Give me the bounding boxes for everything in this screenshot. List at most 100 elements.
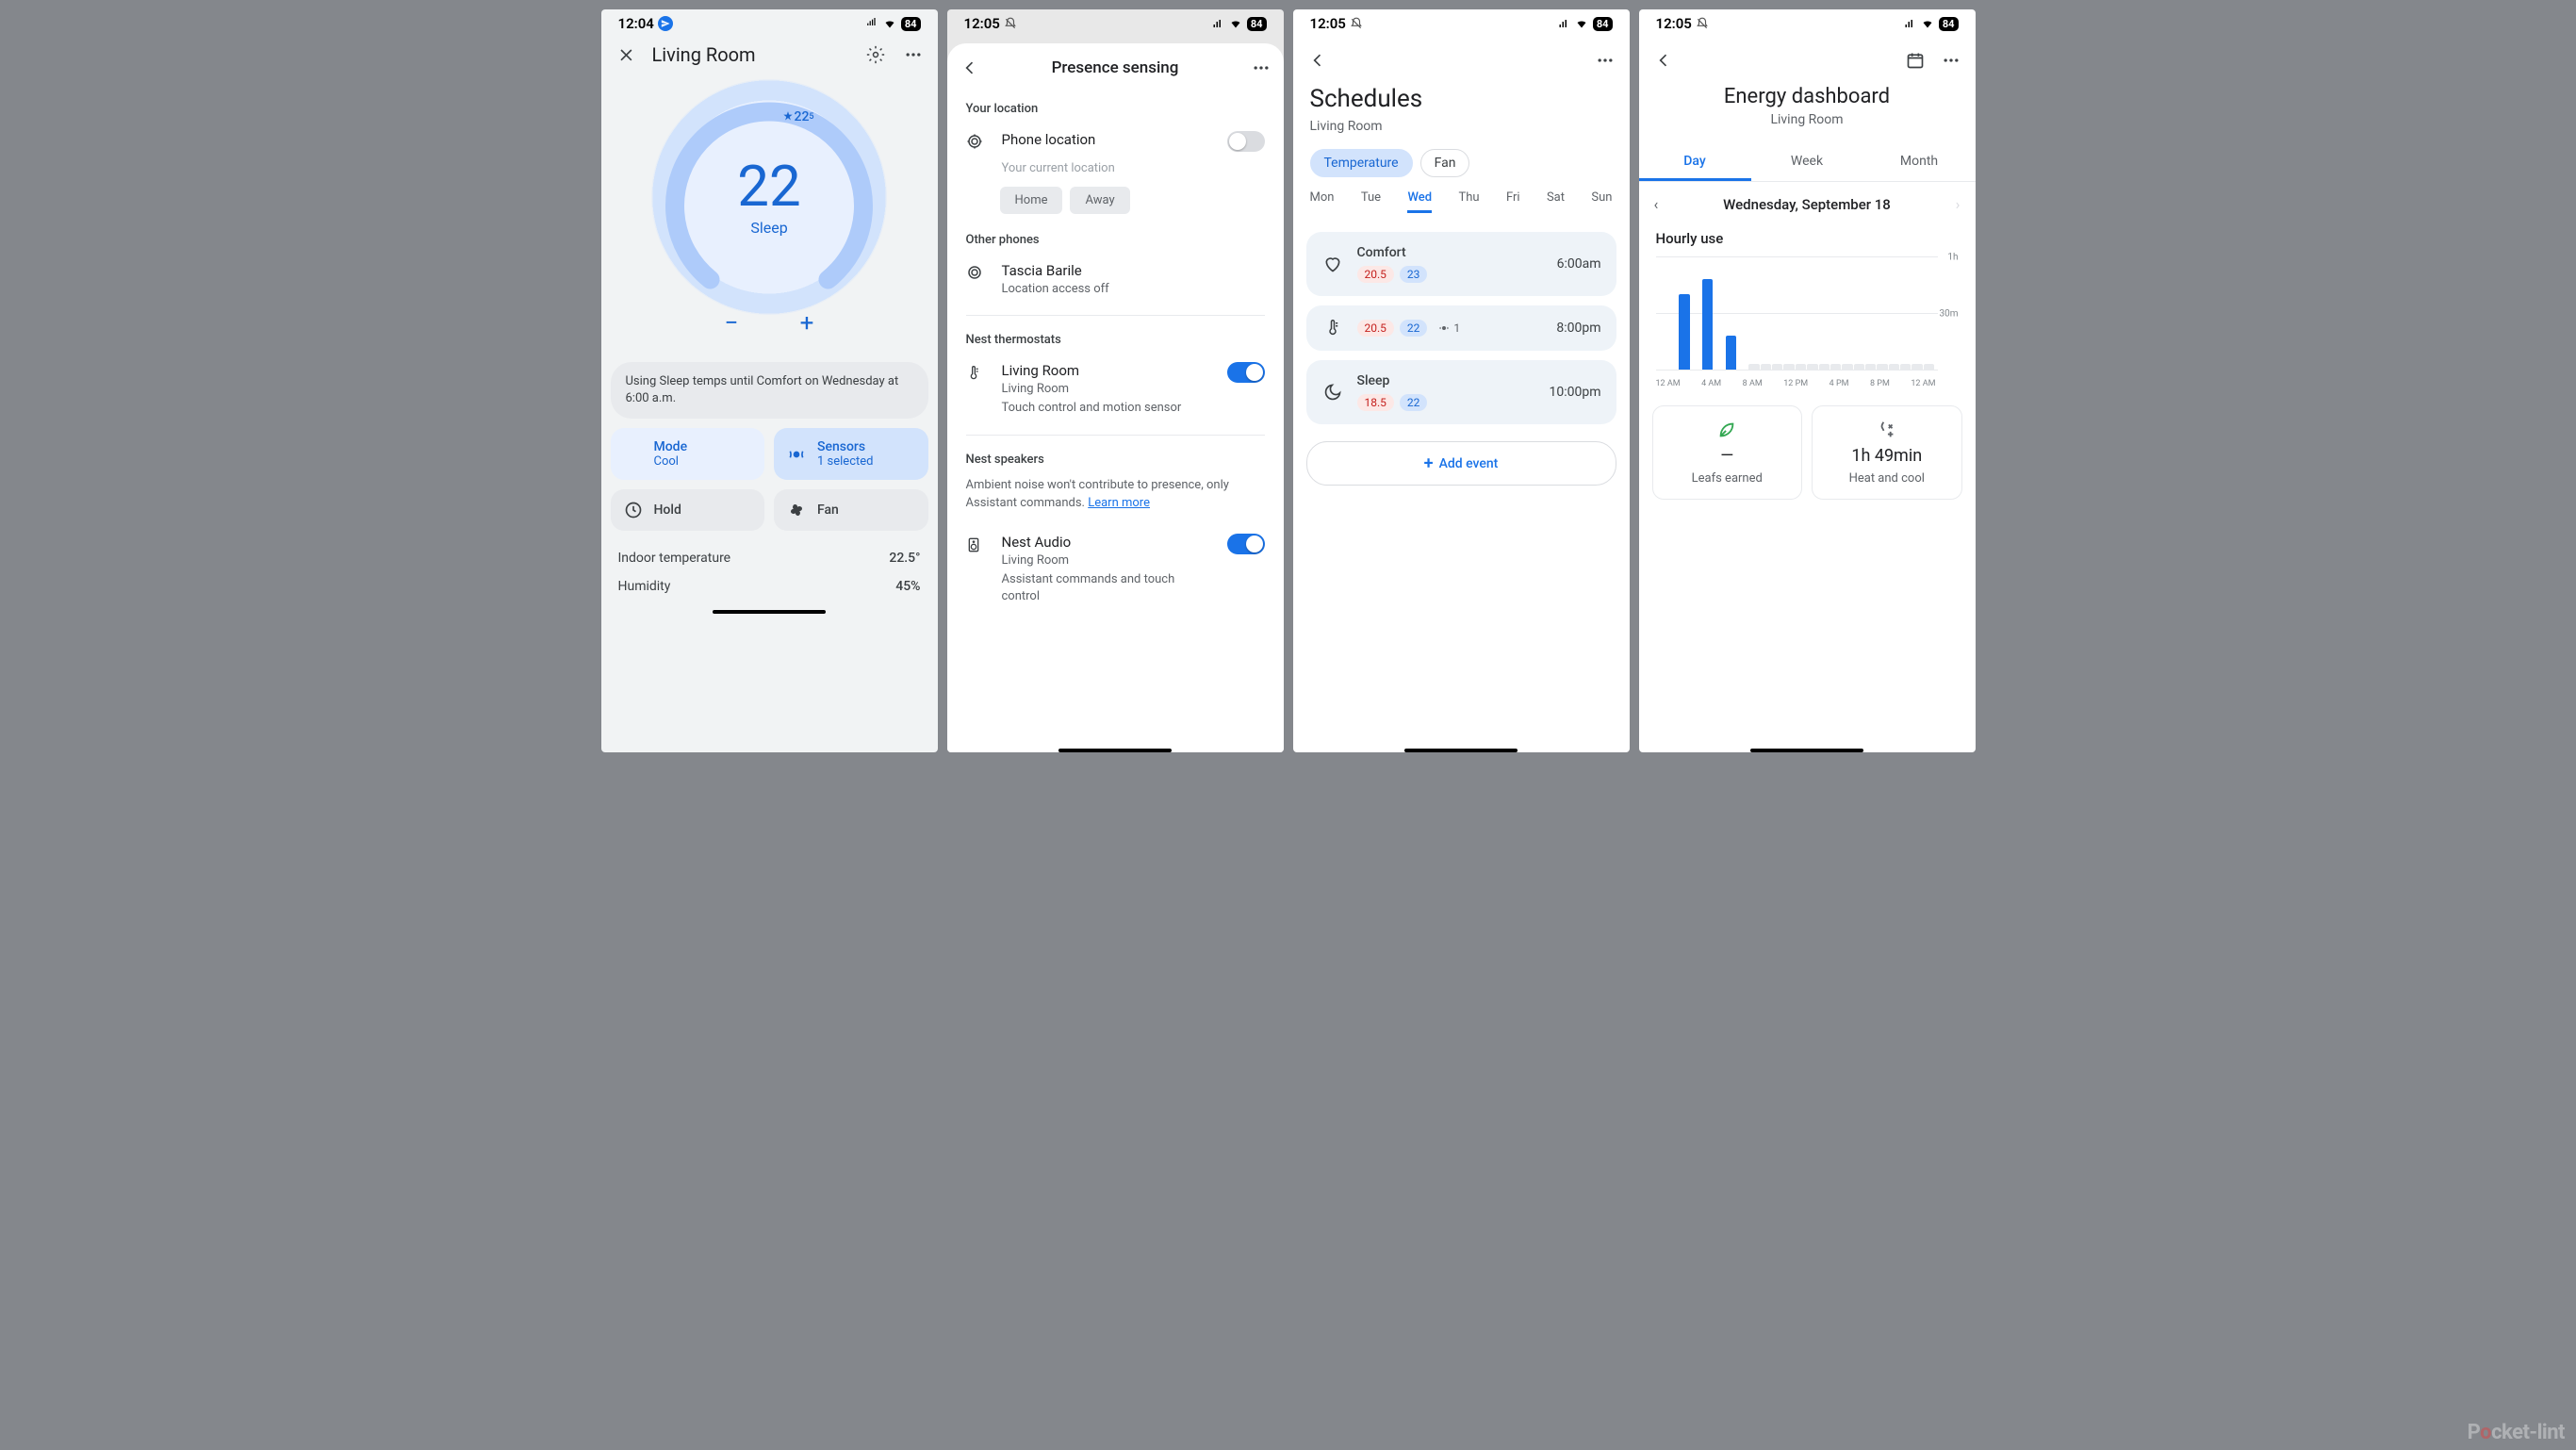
cellular-icon	[865, 18, 878, 29]
chart-bar	[1748, 364, 1759, 370]
tab-month[interactable]: Month	[1863, 144, 1976, 181]
day-tue[interactable]: Tue	[1361, 190, 1381, 213]
range-tabs: DayWeekMonth	[1639, 144, 1976, 182]
schedule-event[interactable]: Comfort 20.523 6:00am	[1306, 232, 1616, 296]
watermark: Pocket-lint	[2468, 1421, 2565, 1444]
tile-grid: ModeCool Sensors1 selected Hold Fan	[601, 428, 938, 531]
row-speaker[interactable]: Nest AudioLiving RoomAssistant commands …	[947, 524, 1284, 616]
toggle-thermostat[interactable]	[1227, 362, 1265, 383]
chart-bar	[1761, 364, 1771, 370]
chart-bar	[1679, 294, 1689, 370]
add-event-button[interactable]: +Add event	[1306, 441, 1616, 486]
calendar-icon[interactable]	[1904, 49, 1927, 72]
tile-sensors[interactable]: Sensors1 selected	[774, 428, 928, 480]
date-next[interactable]: ›	[1956, 195, 1961, 213]
card-heatcool[interactable]: 1h 49min Heat and cool	[1812, 405, 1962, 500]
back-icon[interactable]	[1652, 49, 1675, 72]
tile-mode[interactable]: ModeCool	[611, 428, 765, 480]
cellular-icon	[1211, 18, 1224, 29]
tab-week[interactable]: Week	[1751, 144, 1863, 181]
row-other-phone[interactable]: Tascia BarileLocation access off	[947, 253, 1284, 307]
schedule-event[interactable]: Sleep 18.522 10:00pm	[1306, 360, 1616, 424]
thermometer-icon	[966, 364, 981, 383]
card-leafs[interactable]: — Leafs earned	[1652, 405, 1803, 500]
moon-icon	[1321, 383, 1344, 402]
fan-icon	[787, 501, 806, 519]
home-indicator	[1404, 749, 1518, 752]
chart-bar	[1877, 364, 1887, 370]
row-phone-location[interactable]: Phone location	[947, 122, 1284, 161]
more-icon[interactable]	[902, 43, 925, 66]
day-tabs: Mon Tue Wed Thu Fri Sat Sun	[1293, 190, 1630, 222]
chip-temperature[interactable]: Temperature	[1310, 149, 1413, 177]
screen-energy: 12:05 84 Energy dashboard Living Room Da…	[1639, 9, 1976, 752]
cellular-icon	[1903, 18, 1916, 29]
silent-icon	[1696, 17, 1709, 30]
temp-down-button[interactable]: −	[715, 307, 747, 339]
battery-badge: 84	[1939, 17, 1959, 31]
date-prev[interactable]: ‹	[1654, 195, 1659, 213]
page-title: Schedules	[1310, 85, 1613, 113]
section-other-phones: Other phones	[947, 223, 1284, 253]
screen-presence: 12:05 84 Presence sensing Your location …	[947, 9, 1284, 752]
gear-icon[interactable]	[864, 43, 887, 66]
back-icon[interactable]	[1306, 49, 1329, 72]
day-mon[interactable]: Mon	[1310, 190, 1335, 213]
battery-badge: 84	[1247, 17, 1267, 31]
chart-bar	[1830, 364, 1841, 370]
speaker-icon	[966, 536, 981, 554]
tile-fan[interactable]: Fan	[774, 489, 928, 531]
sensor-icon	[787, 445, 806, 464]
chart-bar	[1796, 364, 1806, 370]
day-sun[interactable]: Sun	[1591, 190, 1612, 213]
status-time: 12:05	[1656, 15, 1692, 32]
chip-fan[interactable]: Fan	[1420, 149, 1470, 177]
home-indicator	[1058, 749, 1172, 752]
indoor-temp-value: 22.5°	[889, 551, 920, 566]
toggle-phone-location[interactable]	[1227, 131, 1265, 152]
status-time: 12:04	[618, 15, 654, 32]
tab-day[interactable]: Day	[1639, 144, 1751, 181]
close-icon[interactable]	[615, 43, 637, 66]
day-thu[interactable]: Thu	[1458, 190, 1479, 213]
screen-schedules: 12:05 84 Schedules Living Room Temperatu…	[1293, 9, 1630, 752]
clock-icon	[624, 501, 643, 519]
screen-thermostat: 12:04 84 Living Room 225 22 Sleep	[601, 9, 938, 752]
learn-more-link[interactable]: Learn more	[1088, 496, 1150, 510]
section-nest-speakers: Nest speakers	[947, 443, 1284, 472]
dial[interactable]: 225 22 Sleep	[651, 79, 887, 315]
heatcool-icon	[1877, 420, 1897, 440]
schedule-event[interactable]: 20.5221 8:00pm	[1306, 305, 1616, 351]
chart-bar	[1900, 364, 1911, 370]
page-subtitle: Living Room	[1310, 119, 1613, 134]
silent-icon	[1004, 17, 1017, 30]
tile-hold[interactable]: Hold	[611, 489, 765, 531]
toggle-speaker[interactable]	[1227, 534, 1265, 554]
chart-bar	[1807, 364, 1817, 370]
hint-current-location: Your current location	[947, 161, 1284, 181]
row-thermostat[interactable]: Living RoomLiving RoomTouch control and …	[947, 353, 1284, 426]
wifi-icon	[1228, 18, 1243, 29]
status-time: 12:05	[964, 15, 1000, 32]
seg-away[interactable]: Away	[1070, 187, 1129, 214]
hourly-label: Hourly use	[1639, 226, 1976, 256]
wifi-icon	[1574, 18, 1589, 29]
more-icon[interactable]	[1250, 57, 1272, 79]
back-icon[interactable]	[959, 57, 981, 79]
section-your-location: Your location	[947, 92, 1284, 122]
more-icon[interactable]	[1594, 49, 1616, 72]
header: Presence sensing	[947, 43, 1284, 92]
day-wed[interactable]: Wed	[1407, 190, 1432, 213]
day-fri[interactable]: Fri	[1506, 190, 1520, 213]
hourly-chart: 1h 30m 12 AM4 AM8 AM12 PM4 PM8 PM12 AM	[1656, 256, 1959, 388]
status-bar: 12:04 84	[601, 9, 938, 36]
status-banner: Using Sleep temps until Comfort on Wedne…	[611, 362, 928, 419]
humidity-value: 45%	[895, 579, 920, 594]
more-icon[interactable]	[1940, 49, 1962, 72]
crosshair-icon	[966, 264, 983, 281]
home-indicator	[713, 610, 826, 614]
chart-bar	[1911, 364, 1922, 370]
seg-home[interactable]: Home	[1000, 187, 1063, 214]
day-sat[interactable]: Sat	[1547, 190, 1565, 213]
temp-up-button[interactable]: +	[791, 307, 823, 339]
